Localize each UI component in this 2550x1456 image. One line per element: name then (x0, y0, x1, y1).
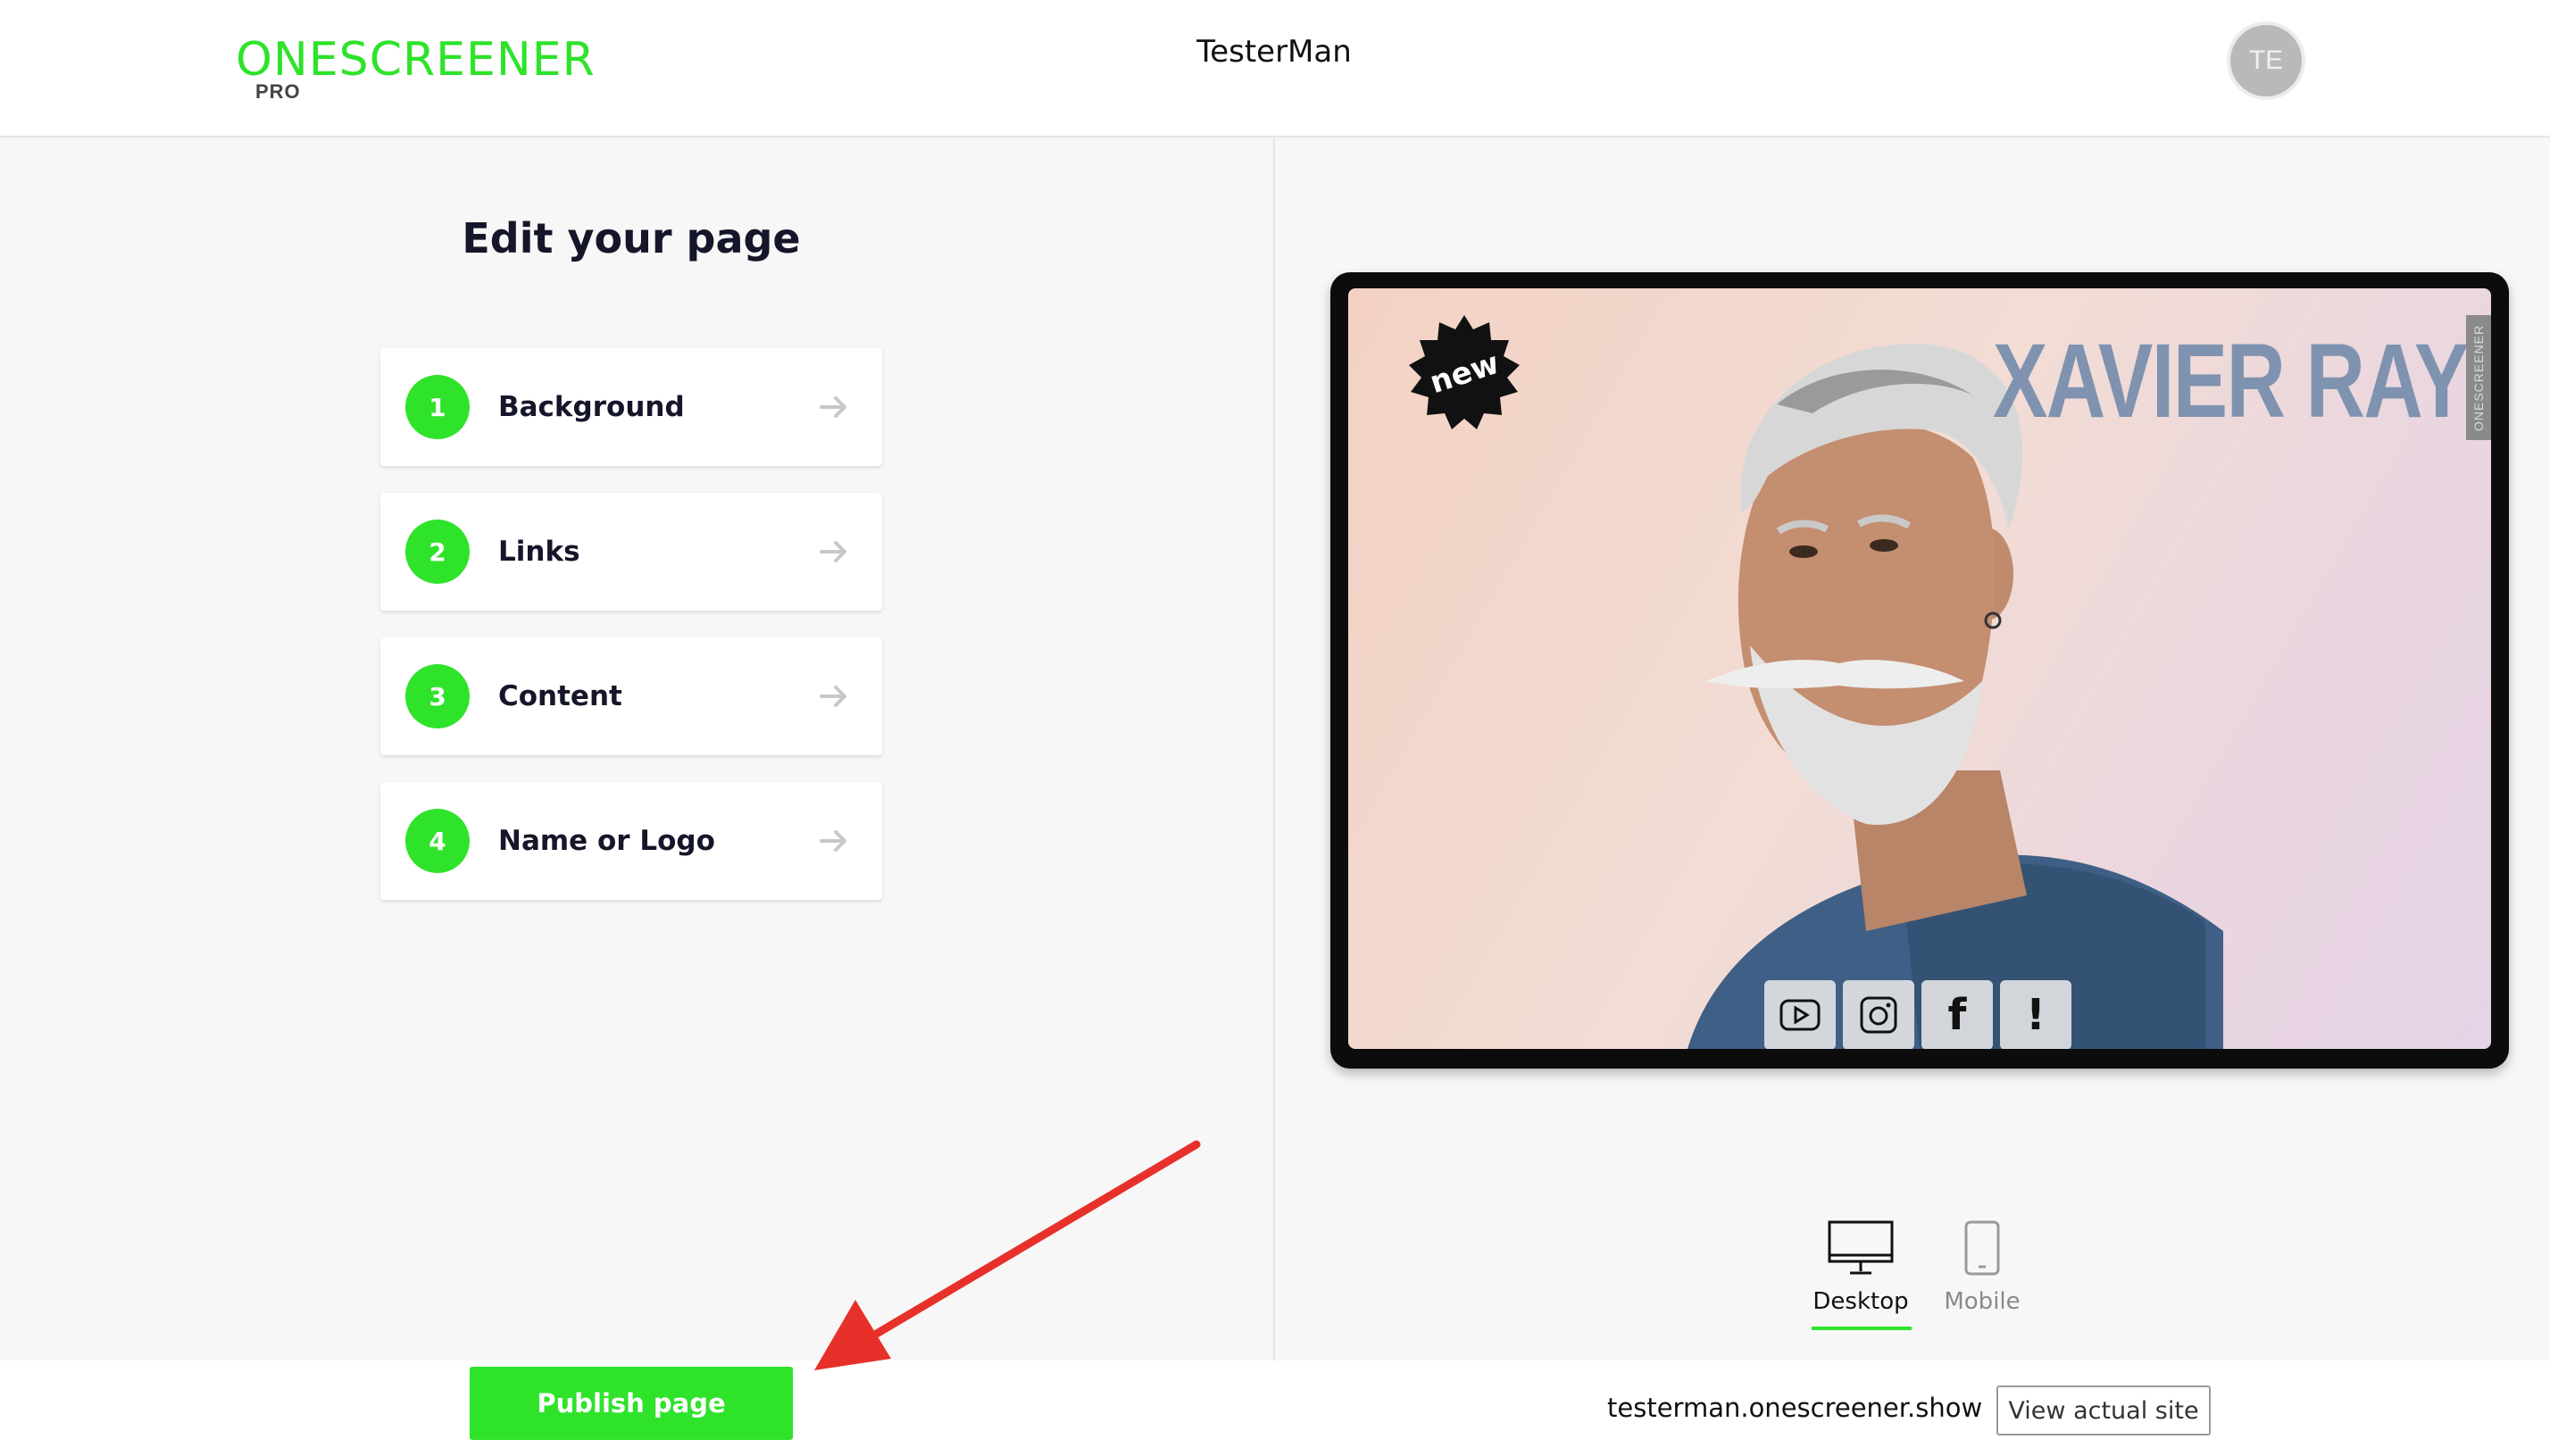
step-card-name-or-logo[interactable]: 4 Name or Logo (380, 782, 882, 900)
step-label: Background (498, 391, 685, 423)
step-card-content[interactable]: 3 Content (380, 637, 882, 755)
active-tab-underline (1812, 1327, 1912, 1330)
view-actual-site-button[interactable]: View actual site (1996, 1385, 2211, 1435)
new-badge: new (1409, 315, 1520, 429)
desktop-monitor-icon (1828, 1220, 1894, 1275)
site-title: TesterMan (1196, 34, 1352, 70)
mobile-label: Mobile (1944, 1288, 2021, 1315)
step-number: 3 (405, 664, 470, 728)
brand-name-text: XAVIER RAY (1993, 322, 2469, 440)
site-url: testerman.onescreener.show (1607, 1393, 1983, 1423)
facebook-icon[interactable]: f (1921, 980, 1993, 1049)
panel-divider (1273, 137, 1275, 1360)
top-header: ONESCREENER PRO TesterMan TE (0, 0, 2550, 137)
step-card-links[interactable]: 2 Links (380, 493, 882, 611)
step-number: 1 (405, 375, 470, 439)
step-label: Name or Logo (498, 825, 715, 857)
logo-wordmark: ONESCREENER (236, 33, 596, 87)
arrow-right-icon (820, 830, 846, 852)
mobile-phone-icon (1964, 1220, 2000, 1276)
arrow-right-icon (820, 686, 846, 707)
youtube-icon[interactable] (1764, 980, 1836, 1049)
step-number: 4 (405, 809, 470, 873)
user-avatar[interactable]: TE (2227, 21, 2305, 100)
instagram-icon[interactable] (1843, 980, 1914, 1049)
arrow-right-icon (820, 541, 846, 562)
step-card-background[interactable]: 1 Background (380, 348, 882, 466)
info-icon[interactable]: ! (2000, 980, 2071, 1049)
desktop-preview-frame: new XAVIER RAY ONESCREENER f ! (1330, 272, 2509, 1069)
onescreener-logo[interactable]: ONESCREENER PRO (236, 32, 596, 103)
mobile-view-toggle[interactable]: Mobile (1933, 1219, 2031, 1315)
annotation-arrow-icon (814, 1140, 1201, 1370)
preview-screen: new XAVIER RAY ONESCREENER f ! (1348, 288, 2491, 1049)
logo-pro-badge: PRO (255, 80, 301, 103)
onescreener-watermark: ONESCREENER (2466, 315, 2491, 440)
page-title: Edit your page (462, 214, 801, 262)
arrow-right-icon (820, 396, 846, 418)
step-label: Content (498, 680, 622, 712)
step-label: Links (498, 536, 580, 568)
publish-page-button[interactable]: Publish page (470, 1367, 793, 1440)
social-links-row: f ! (1764, 980, 2071, 1049)
desktop-view-toggle[interactable]: Desktop (1812, 1219, 1912, 1330)
desktop-label: Desktop (1812, 1288, 1909, 1315)
step-number: 2 (405, 520, 470, 584)
